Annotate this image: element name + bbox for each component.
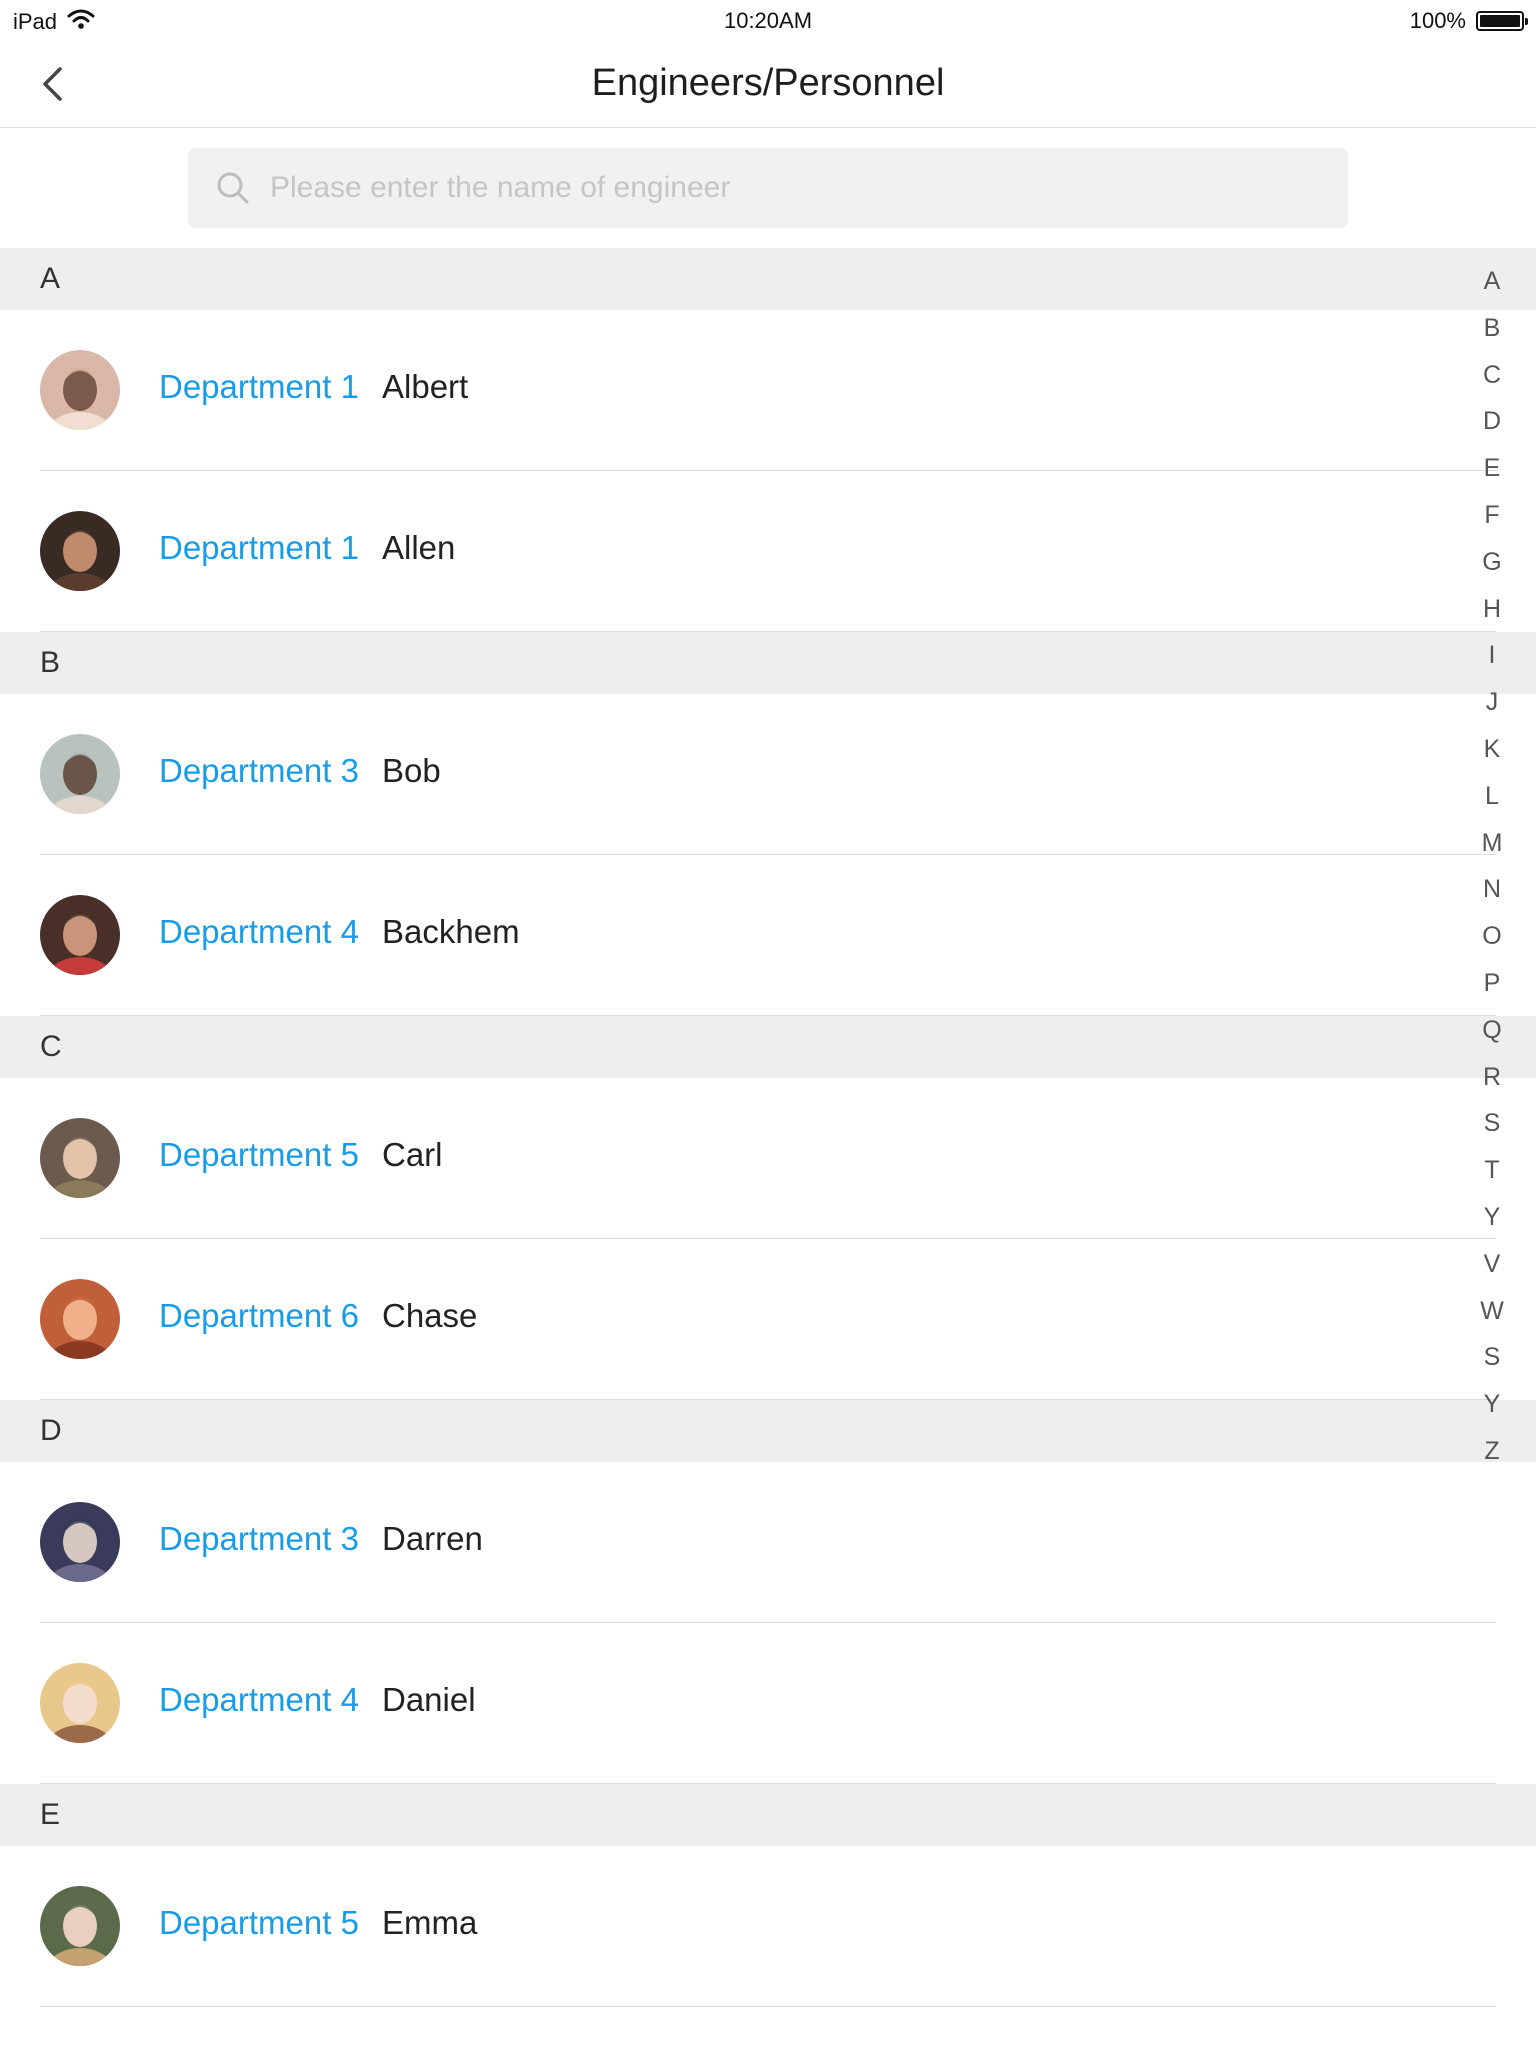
row-divider bbox=[40, 631, 1496, 632]
index-letter-l[interactable]: L bbox=[1472, 773, 1512, 820]
department-label: Department 4 bbox=[159, 913, 359, 950]
avatar bbox=[40, 350, 120, 430]
section-header-e: E bbox=[0, 1784, 1536, 1846]
avatar bbox=[40, 734, 120, 814]
index-letter-c[interactable]: C bbox=[1472, 352, 1512, 399]
avatar bbox=[40, 511, 120, 591]
engineer-name: Allen bbox=[382, 529, 456, 566]
avatar bbox=[40, 895, 120, 975]
engineer-list: A Department 1 Albert Department 1 Allen B Dep… bbox=[0, 248, 1536, 2007]
index-letter-n[interactable]: N bbox=[1472, 866, 1512, 913]
engineer-name: Bob bbox=[382, 752, 441, 789]
engineer-row[interactable]: Department 5 Carl bbox=[0, 1078, 1536, 1239]
index-letter-v[interactable]: V bbox=[1472, 1241, 1512, 1288]
row-divider bbox=[40, 2006, 1496, 2007]
engineer-row[interactable]: Department 4 Backhem bbox=[0, 855, 1536, 1016]
index-letter-t[interactable]: T bbox=[1472, 1147, 1512, 1194]
nav-bar: Engineers/Personnel bbox=[0, 42, 1536, 128]
row-divider bbox=[40, 1015, 1496, 1016]
department-label: Department 6 bbox=[159, 1297, 359, 1334]
index-letter-y[interactable]: Y bbox=[1472, 1194, 1512, 1241]
index-letter-r[interactable]: R bbox=[1472, 1054, 1512, 1101]
index-letter-i[interactable]: I bbox=[1472, 632, 1512, 679]
engineer-row[interactable]: Department 4 Daniel bbox=[0, 1623, 1536, 1784]
index-letter-d[interactable]: D bbox=[1472, 398, 1512, 445]
department-label: Department 3 bbox=[159, 752, 359, 789]
department-label: Department 3 bbox=[159, 1520, 359, 1557]
avatar bbox=[40, 1279, 120, 1359]
search-icon bbox=[217, 172, 249, 204]
row-divider bbox=[40, 1399, 1496, 1400]
engineer-name: Albert bbox=[382, 368, 469, 405]
index-letter-f[interactable]: F bbox=[1472, 492, 1512, 539]
battery-fill bbox=[1480, 15, 1520, 27]
index-letter-b[interactable]: B bbox=[1472, 305, 1512, 352]
page-title: Engineers/Personnel bbox=[591, 62, 945, 104]
engineer-row[interactable]: Department 6 Chase bbox=[0, 1239, 1536, 1400]
search-input[interactable] bbox=[270, 158, 1348, 218]
index-letter-q[interactable]: Q bbox=[1472, 1007, 1512, 1054]
engineer-row[interactable]: Department 3 Bob bbox=[0, 694, 1536, 855]
index-letter-p[interactable]: P bbox=[1472, 960, 1512, 1007]
avatar bbox=[40, 1118, 120, 1198]
status-right: 100% bbox=[1409, 8, 1528, 34]
index-letter-g[interactable]: G bbox=[1472, 539, 1512, 586]
engineer-row[interactable]: Department 1 Albert bbox=[0, 310, 1536, 471]
index-letter-a[interactable]: A bbox=[1472, 258, 1512, 305]
engineer-name: Carl bbox=[382, 1136, 443, 1173]
index-letter-s[interactable]: S bbox=[1472, 1100, 1512, 1147]
engineer-name: Chase bbox=[382, 1297, 478, 1334]
index-letter-z[interactable]: Z bbox=[1472, 1428, 1512, 1475]
section-header-d: D bbox=[0, 1400, 1536, 1462]
department-label: Department 4 bbox=[159, 1681, 359, 1718]
battery-percent: 100% bbox=[1409, 8, 1466, 33]
battery-icon bbox=[1476, 11, 1528, 31]
battery-tip bbox=[1525, 18, 1528, 25]
status-time: 10:20AM bbox=[723, 8, 813, 33]
engineer-row[interactable]: Department 5 Emma bbox=[0, 1846, 1536, 2007]
index-letter-o[interactable]: O bbox=[1472, 913, 1512, 960]
index-letter-e[interactable]: E bbox=[1472, 445, 1512, 492]
status-bar: iPad 10:20AM 100% bbox=[0, 0, 1536, 42]
section-header-c: C bbox=[0, 1016, 1536, 1078]
index-letter-y[interactable]: Y bbox=[1472, 1381, 1512, 1428]
index-letter-s[interactable]: S bbox=[1472, 1334, 1512, 1381]
engineer-name: Daniel bbox=[382, 1681, 476, 1718]
search-box[interactable] bbox=[188, 148, 1348, 228]
index-letter-h[interactable]: H bbox=[1472, 586, 1512, 633]
engineer-name: Darren bbox=[382, 1520, 483, 1557]
row-divider bbox=[40, 1783, 1496, 1784]
engineer-row[interactable]: Department 3 Darren bbox=[0, 1462, 1536, 1623]
department-label: Department 1 bbox=[159, 368, 359, 405]
index-letter-k[interactable]: K bbox=[1472, 726, 1512, 773]
avatar bbox=[40, 1502, 120, 1582]
avatar bbox=[40, 1663, 120, 1743]
alphabet-index[interactable]: ABCDEFGHIJKLMNOPQRSTYVWSYZ bbox=[1472, 258, 1512, 1475]
section-header-b: B bbox=[0, 632, 1536, 694]
department-label: Department 5 bbox=[159, 1136, 359, 1173]
avatar bbox=[40, 1886, 120, 1966]
index-letter-m[interactable]: M bbox=[1472, 820, 1512, 867]
engineer-name: Backhem bbox=[382, 913, 520, 950]
engineer-name: Emma bbox=[382, 1904, 478, 1941]
index-letter-j[interactable]: J bbox=[1472, 679, 1512, 726]
search-area bbox=[0, 128, 1536, 248]
index-letter-w[interactable]: W bbox=[1472, 1288, 1512, 1335]
department-label: Department 5 bbox=[159, 1904, 359, 1941]
engineer-row[interactable]: Department 1 Allen bbox=[0, 471, 1536, 632]
department-label: Department 1 bbox=[159, 529, 359, 566]
section-header-a: A bbox=[0, 248, 1536, 310]
